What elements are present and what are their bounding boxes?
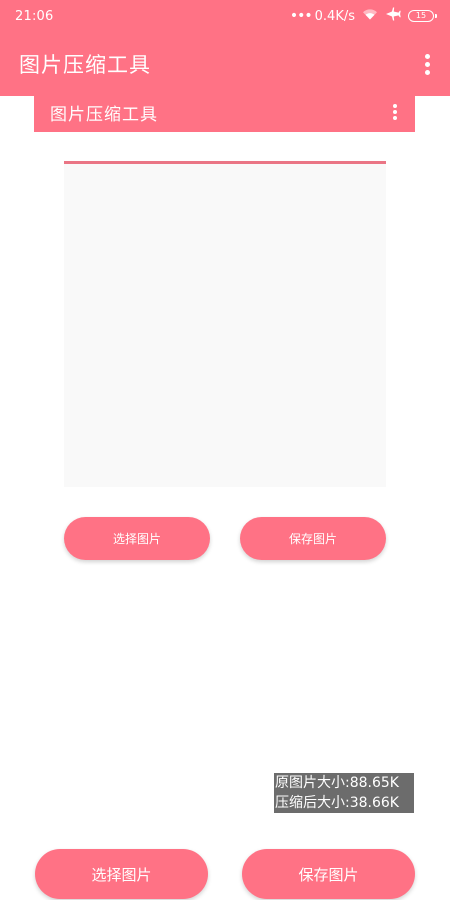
size-info: 原图片大小:88.65K 压缩后大小:38.66K (274, 773, 414, 813)
status-bar: 21:06 ••• 0.4K/s 15 (0, 0, 450, 32)
network-speed: 0.4K/s (314, 8, 355, 24)
battery-icon: 15 (408, 10, 437, 22)
save-image-button[interactable]: 保存图片 (242, 849, 415, 899)
status-icons: ••• 0.4K/s 15 (289, 7, 437, 25)
menu-dot (425, 53, 430, 59)
inner-more-vert-icon[interactable] (389, 102, 401, 122)
inner-save-image-button[interactable]: 保存图片 (240, 517, 386, 560)
menu-dot (425, 61, 430, 67)
menu-dot (393, 104, 397, 108)
menu-dot (425, 69, 430, 75)
airplane-icon (385, 7, 401, 25)
inner-select-image-button[interactable]: 选择图片 (64, 517, 210, 560)
compressed-size-text: 压缩后大小:38.66K (275, 795, 399, 811)
menu-dot (393, 116, 397, 120)
app-title: 图片压缩工具 (19, 53, 151, 77)
more-dots-icon: ••• (289, 8, 313, 24)
more-vert-icon[interactable] (419, 50, 436, 79)
inner-app-title: 图片压缩工具 (50, 104, 158, 125)
wifi-icon (362, 8, 378, 24)
inner-app-bar: 图片压缩工具 (34, 96, 415, 132)
select-image-button[interactable]: 选择图片 (35, 849, 208, 899)
menu-dot (393, 110, 397, 114)
app-bar: 图片压缩工具 (0, 32, 450, 96)
status-time: 21:06 (15, 8, 54, 24)
original-size-text: 原图片大小:88.65K (275, 775, 399, 791)
image-preview (64, 161, 386, 487)
